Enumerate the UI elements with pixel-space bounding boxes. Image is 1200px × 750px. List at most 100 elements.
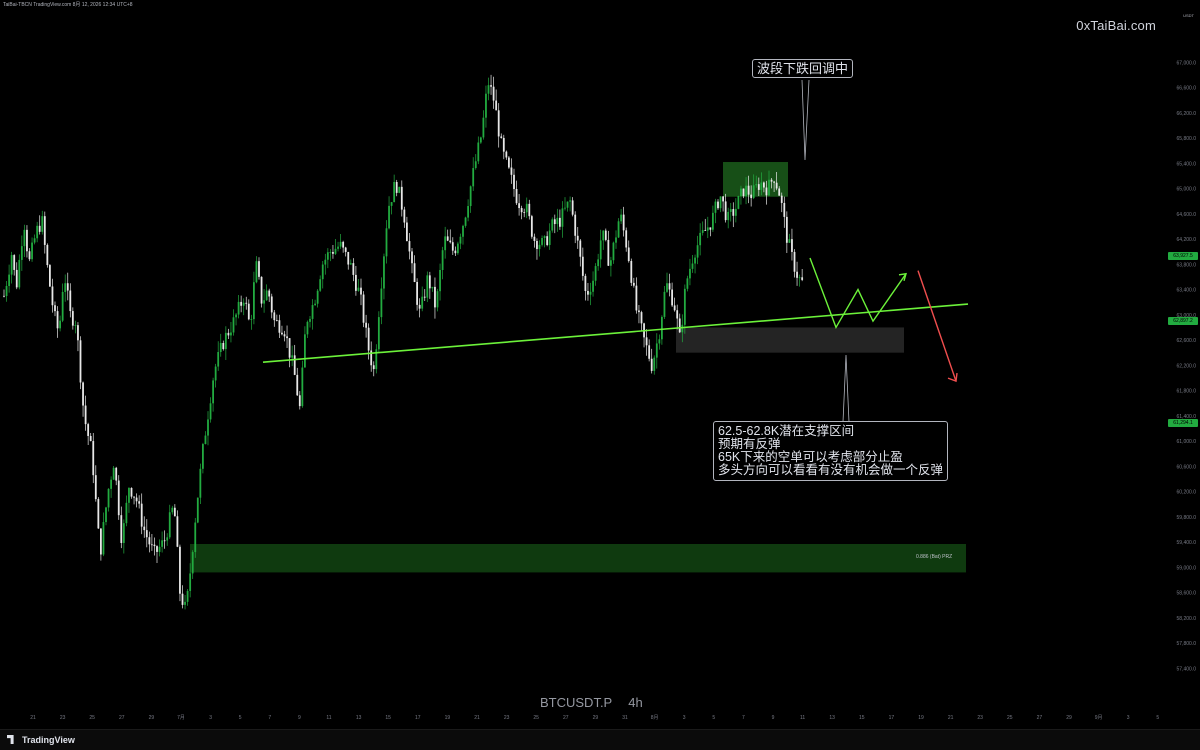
x-tick-label: 29: [593, 715, 599, 721]
candle-body: [439, 269, 441, 292]
candle-body: [263, 300, 265, 304]
drop-arrow-head: [947, 373, 958, 383]
candle-body: [71, 311, 74, 326]
candle-body: [755, 184, 758, 186]
candle-body: [734, 208, 737, 216]
candle-body: [464, 217, 467, 226]
x-tick-label: 9: [772, 715, 775, 721]
candle-body: [148, 537, 151, 545]
candle-body: [92, 441, 95, 476]
candle-body: [536, 240, 538, 250]
candle-body: [446, 236, 449, 241]
candle-body: [143, 526, 146, 531]
x-tick-label: 15: [385, 715, 391, 721]
x-tick-label: 27: [563, 715, 569, 721]
candle-body: [704, 230, 707, 231]
candle-body: [332, 251, 334, 254]
callout-pointer-support: [842, 354, 850, 423]
candle-body: [43, 216, 46, 245]
candle-body: [309, 318, 311, 322]
candle-body: [298, 395, 301, 407]
candle-body: [689, 268, 691, 279]
candle-body: [403, 209, 406, 223]
candle-body: [434, 286, 436, 308]
candle-body: [469, 186, 472, 207]
y-tick-label: 57,800.0: [1177, 641, 1197, 647]
y-tick-label: 67,000.0: [1177, 60, 1197, 66]
candle-body: [658, 339, 661, 344]
candle-body: [33, 238, 36, 243]
candle-body: [602, 230, 605, 241]
candle-body: [304, 334, 306, 368]
candle-body: [140, 503, 143, 527]
y-tick-label: 58,200.0: [1177, 616, 1197, 622]
x-tick-label: 3: [683, 715, 686, 721]
candle-body: [441, 250, 444, 270]
candle-body: [54, 305, 56, 312]
candle-body: [357, 287, 360, 291]
candle-body: [217, 352, 220, 367]
candle-body: [166, 537, 169, 541]
candle-body: [579, 240, 582, 257]
candle-body: [780, 195, 783, 203]
candle-body: [416, 281, 418, 305]
candle-body: [324, 259, 327, 265]
candle-body: [133, 496, 135, 498]
candle-body: [59, 320, 61, 329]
candle-body: [525, 203, 528, 213]
currency-label: USDT: [1183, 13, 1194, 18]
x-tick-label: 23: [504, 715, 510, 721]
y-tick-label: 62,200.0: [1177, 363, 1197, 369]
candle-body: [326, 252, 329, 260]
candle-body: [204, 435, 207, 445]
candle-body: [589, 291, 592, 295]
candle-body: [485, 93, 487, 118]
candle-body: [798, 277, 801, 279]
candle-body: [365, 322, 367, 328]
candle-body: [559, 217, 561, 227]
x-tick-label: 31: [622, 715, 628, 721]
candle-body: [89, 435, 92, 442]
candle-body: [270, 296, 273, 313]
callout-support-zone[interactable]: 62.5-62.8K潜在支撑区间 预期有反弹 65K下来的空单可以考虑部分止盈 …: [713, 421, 949, 481]
candle-body: [678, 318, 681, 333]
candle-body: [286, 336, 288, 339]
candle-body: [219, 342, 222, 353]
candle-body: [635, 285, 638, 311]
candle-body: [191, 552, 194, 574]
candle-body: [796, 271, 798, 278]
tradingview-logo[interactable]: TradingView: [7, 735, 75, 745]
candle-body: [26, 229, 28, 252]
candle-body: [597, 259, 600, 267]
candle-body: [530, 216, 533, 237]
candle-body: [339, 241, 342, 247]
candle-body: [38, 225, 41, 232]
y-tick-label: 64,600.0: [1177, 212, 1197, 218]
candle-body: [775, 182, 778, 189]
candle-body: [395, 182, 398, 193]
candle-body: [500, 136, 503, 138]
candle-body: [763, 182, 765, 188]
candle-body: [196, 497, 199, 523]
candle-body: [793, 251, 796, 272]
x-tick-label: 7: [268, 715, 271, 721]
candle-body: [701, 230, 704, 233]
candle-body: [171, 507, 174, 513]
price-chart[interactable]: 67,000.0 66,600.0 66,200.0 65,800.0 65,400.0…: [0, 0, 1200, 749]
candle-body: [691, 263, 694, 269]
candle-body: [240, 301, 243, 306]
y-tick-label: 65,000.0: [1177, 187, 1197, 193]
candle-body: [3, 295, 5, 297]
candle-body: [620, 214, 622, 222]
candle-body: [615, 237, 617, 243]
candle-body: [258, 261, 260, 277]
x-tick-label: 7: [742, 715, 745, 721]
candle-body: [495, 100, 498, 111]
candle-body: [676, 310, 679, 319]
x-tick-label: 13: [829, 715, 835, 721]
candle-body: [20, 246, 23, 260]
callout-pullback[interactable]: 波段下跌回调中: [752, 59, 854, 78]
candle-body: [724, 201, 727, 221]
candle-body: [145, 530, 148, 538]
candle-body: [444, 236, 447, 251]
